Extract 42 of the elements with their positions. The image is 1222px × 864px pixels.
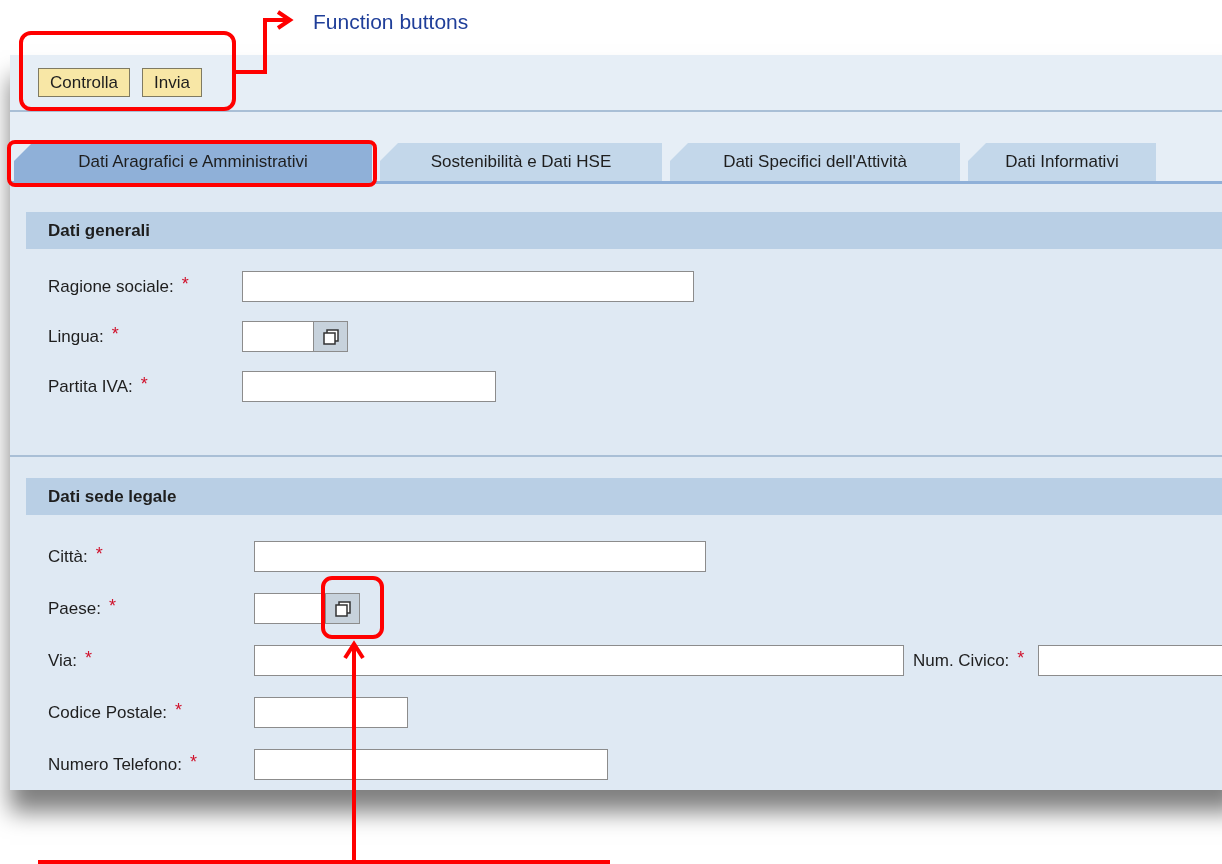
callout-arrow [236, 10, 294, 74]
text-field[interactable] [254, 749, 608, 780]
annotation-text: Function buttons [313, 9, 469, 35]
field-label: Via: [48, 649, 77, 672]
field-label: Paese: [48, 597, 101, 620]
function-button[interactable]: Controlla [38, 68, 131, 97]
required-mark: * [175, 700, 183, 719]
required-mark: * [189, 752, 197, 771]
required-mark: * [108, 596, 116, 615]
copy-icon [333, 599, 352, 618]
text-field[interactable] [242, 371, 496, 402]
required-mark: * [140, 374, 148, 393]
field-label: Codice Postale: [48, 701, 168, 724]
section-header: Dati generali [26, 212, 1222, 249]
required-mark: * [85, 648, 92, 667]
text-field[interactable] [254, 541, 706, 572]
callout-box [321, 576, 384, 639]
tab[interactable]: Dati Informativi [968, 143, 1156, 181]
text-field[interactable] [254, 645, 904, 676]
copy-icon [321, 327, 340, 346]
required-mark: * [111, 324, 119, 343]
text-field[interactable] [1038, 645, 1222, 676]
lookup-button[interactable] [326, 593, 360, 624]
field-label: Numero Telefono: [48, 753, 182, 776]
function-button[interactable]: Invia [142, 68, 202, 97]
field-label: Città: [48, 545, 88, 568]
field-label: Num. Civico: [913, 649, 1010, 672]
field-label: Partita IVA: [48, 375, 133, 398]
tab[interactable]: Dati Aragrafici e Amministrativi [14, 143, 372, 181]
required-mark: * [95, 544, 103, 563]
required-mark: * [181, 274, 189, 293]
text-field[interactable] [242, 271, 694, 302]
lookup-field[interactable] [254, 593, 360, 624]
required-mark: * [1017, 648, 1025, 667]
tab[interactable]: Dati Specifici dell'Attività [670, 143, 960, 181]
tab[interactable]: Sostenibilità e Dati HSE [380, 143, 662, 181]
text-field[interactable] [254, 697, 408, 728]
section-header: Dati sede legale [26, 478, 1222, 515]
field-label: Ragione sociale: [48, 275, 174, 298]
lookup-button[interactable] [314, 321, 348, 352]
lookup-field[interactable] [242, 321, 348, 352]
field-label: Lingua: [48, 325, 104, 348]
